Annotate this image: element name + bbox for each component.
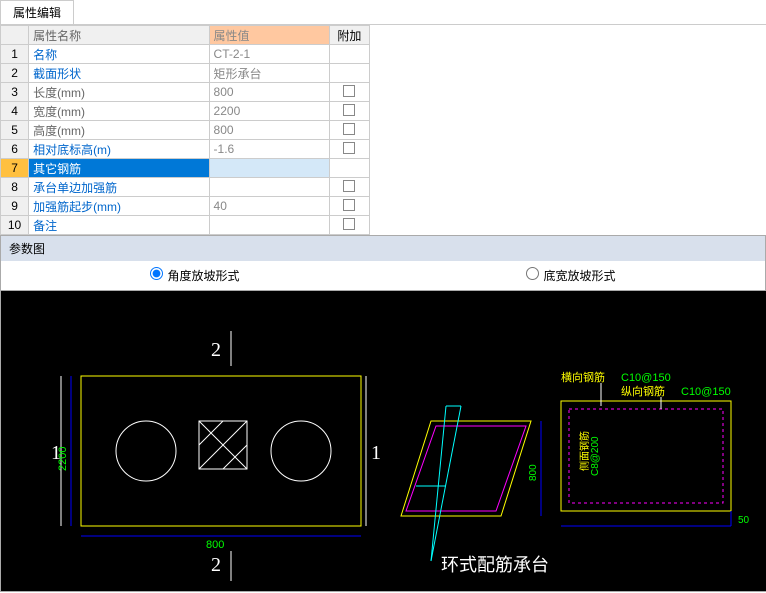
row-number: 9 (1, 197, 29, 216)
row-number: 5 (1, 121, 29, 140)
col-header-rownum (1, 26, 29, 45)
cell-name[interactable]: 备注 (29, 216, 209, 235)
table-row[interactable]: 6相对底标高(m)-1.6 (1, 140, 370, 159)
table-row[interactable]: 8承台单边加强筋 (1, 178, 370, 197)
checkbox[interactable] (343, 218, 355, 230)
tab-property-edit[interactable]: 属性编辑 (0, 0, 74, 24)
row-number: 6 (1, 140, 29, 159)
table-row[interactable]: 3长度(mm)800 (1, 83, 370, 102)
cell-add (329, 45, 369, 64)
cell-add (329, 102, 369, 121)
row-number: 7 (1, 159, 29, 178)
cell-name[interactable]: 加强筋起步(mm) (29, 197, 209, 216)
table-row[interactable]: 5高度(mm)800 (1, 121, 370, 140)
diagram-title: 环式配筋承台 (441, 555, 549, 575)
cell-value[interactable] (209, 159, 329, 178)
cell-value[interactable]: 2200 (209, 102, 329, 121)
radio-angle-slope[interactable]: 角度放坡形式 (7, 267, 383, 284)
cell-name[interactable]: 相对底标高(m) (29, 140, 209, 159)
cell-name[interactable]: 其它钢筋 (29, 159, 209, 178)
col-header-value: 属性值 (209, 26, 329, 45)
cell-value[interactable] (209, 216, 329, 235)
checkbox[interactable] (343, 104, 355, 116)
cell-name[interactable]: 承台单边加强筋 (29, 178, 209, 197)
cell-add (329, 159, 369, 178)
dim-2-bot: 2 (211, 554, 221, 576)
cell-value[interactable]: 800 (209, 83, 329, 102)
cell-add (329, 197, 369, 216)
cell-name[interactable]: 名称 (29, 45, 209, 64)
dim-2-top: 2 (211, 339, 221, 361)
lbl-vertical: 纵向钢筋 (621, 384, 665, 398)
row-number: 1 (1, 45, 29, 64)
dim-2200-left: 2200 (57, 447, 69, 471)
dim-1-right: 1 (371, 442, 381, 464)
table-row[interactable]: 9加强筋起步(mm)40 (1, 197, 370, 216)
checkbox[interactable] (343, 180, 355, 192)
row-number: 8 (1, 178, 29, 197)
cell-add (329, 83, 369, 102)
dim-800-bottom: 800 (206, 539, 224, 551)
row-number: 2 (1, 64, 29, 83)
lbl-side-v: C8@200 (590, 436, 601, 476)
checkbox[interactable] (343, 199, 355, 211)
table-row[interactable]: 2截面形状矩形承台 (1, 64, 370, 83)
row-number: 3 (1, 83, 29, 102)
lbl-horizontal-v: C10@150 (621, 372, 671, 384)
dim-50: 50 (738, 515, 750, 526)
lbl-horizontal: 横向钢筋 (561, 370, 605, 384)
radio-width-slope[interactable]: 底宽放坡形式 (383, 267, 759, 284)
cell-add (329, 216, 369, 235)
checkbox[interactable] (343, 142, 355, 154)
cell-name[interactable]: 宽度(mm) (29, 102, 209, 121)
col-header-add: 附加 (329, 26, 369, 45)
panel-title: 参数图 (1, 235, 765, 261)
checkbox[interactable] (343, 123, 355, 135)
table-row[interactable]: 4宽度(mm)2200 (1, 102, 370, 121)
row-number: 4 (1, 102, 29, 121)
cell-value[interactable]: CT-2-1 (209, 45, 329, 64)
cell-value[interactable]: 800 (209, 121, 329, 140)
dim-800-mid: 800 (528, 464, 539, 481)
radio-angle-slope-label: 角度放坡形式 (167, 269, 239, 283)
row-number: 10 (1, 216, 29, 235)
table-row[interactable]: 7其它钢筋 (1, 159, 370, 178)
cell-name[interactable]: 长度(mm) (29, 83, 209, 102)
cell-add (329, 140, 369, 159)
parameter-diagram: 1 2200 1 2 2 800 800 环式配筋承台 横向钢筋 C10@150… (1, 291, 766, 591)
cell-name[interactable]: 高度(mm) (29, 121, 209, 140)
radio-width-slope-input[interactable] (526, 267, 539, 280)
checkbox[interactable] (343, 85, 355, 97)
cell-add (329, 121, 369, 140)
radio-width-slope-label: 底宽放坡形式 (543, 269, 615, 283)
cell-value[interactable] (209, 178, 329, 197)
table-row[interactable]: 1名称CT-2-1 (1, 45, 370, 64)
radio-angle-slope-input[interactable] (150, 267, 163, 280)
cell-value[interactable]: 40 (209, 197, 329, 216)
property-table: 属性名称 属性值 附加 1名称CT-2-12截面形状矩形承台3长度(mm)800… (0, 25, 370, 235)
col-header-name: 属性名称 (29, 26, 209, 45)
table-row[interactable]: 10备注 (1, 216, 370, 235)
cell-value[interactable]: 矩形承台 (209, 64, 329, 83)
cell-add (329, 64, 369, 83)
cell-value[interactable]: -1.6 (209, 140, 329, 159)
cell-name[interactable]: 截面形状 (29, 64, 209, 83)
cell-add (329, 178, 369, 197)
lbl-vertical-v: C10@150 (681, 386, 731, 398)
